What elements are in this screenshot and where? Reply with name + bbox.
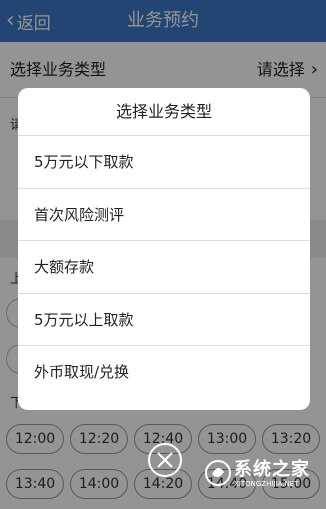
watermark-logo: 系统之家 XITONGZHIJIA.NET <box>204 453 322 499</box>
close-icon <box>157 452 173 468</box>
option-large-withdrawal[interactable]: 5万元以上取款 <box>18 294 310 346</box>
watermark-text: 系统之家 <box>234 459 310 480</box>
dialog-close-button[interactable] <box>148 443 182 477</box>
watermark-icon <box>205 460 231 486</box>
watermark-subtext: XITONGZHIJIA.NET <box>234 480 299 488</box>
option-large-deposit[interactable]: 大额存款 <box>18 241 310 294</box>
dialog-title: 选择业务类型 <box>18 88 310 136</box>
option-risk-assessment[interactable]: 首次风险测评 <box>18 189 310 241</box>
option-small-withdrawal[interactable]: 5万元以下取款 <box>18 136 310 189</box>
business-type-dialog: 选择业务类型 5万元以下取款 首次风险测评 大额存款 5万元以上取款 外币取现/… <box>18 88 310 410</box>
option-foreign-currency[interactable]: 外币取现/兑换 <box>18 346 310 399</box>
